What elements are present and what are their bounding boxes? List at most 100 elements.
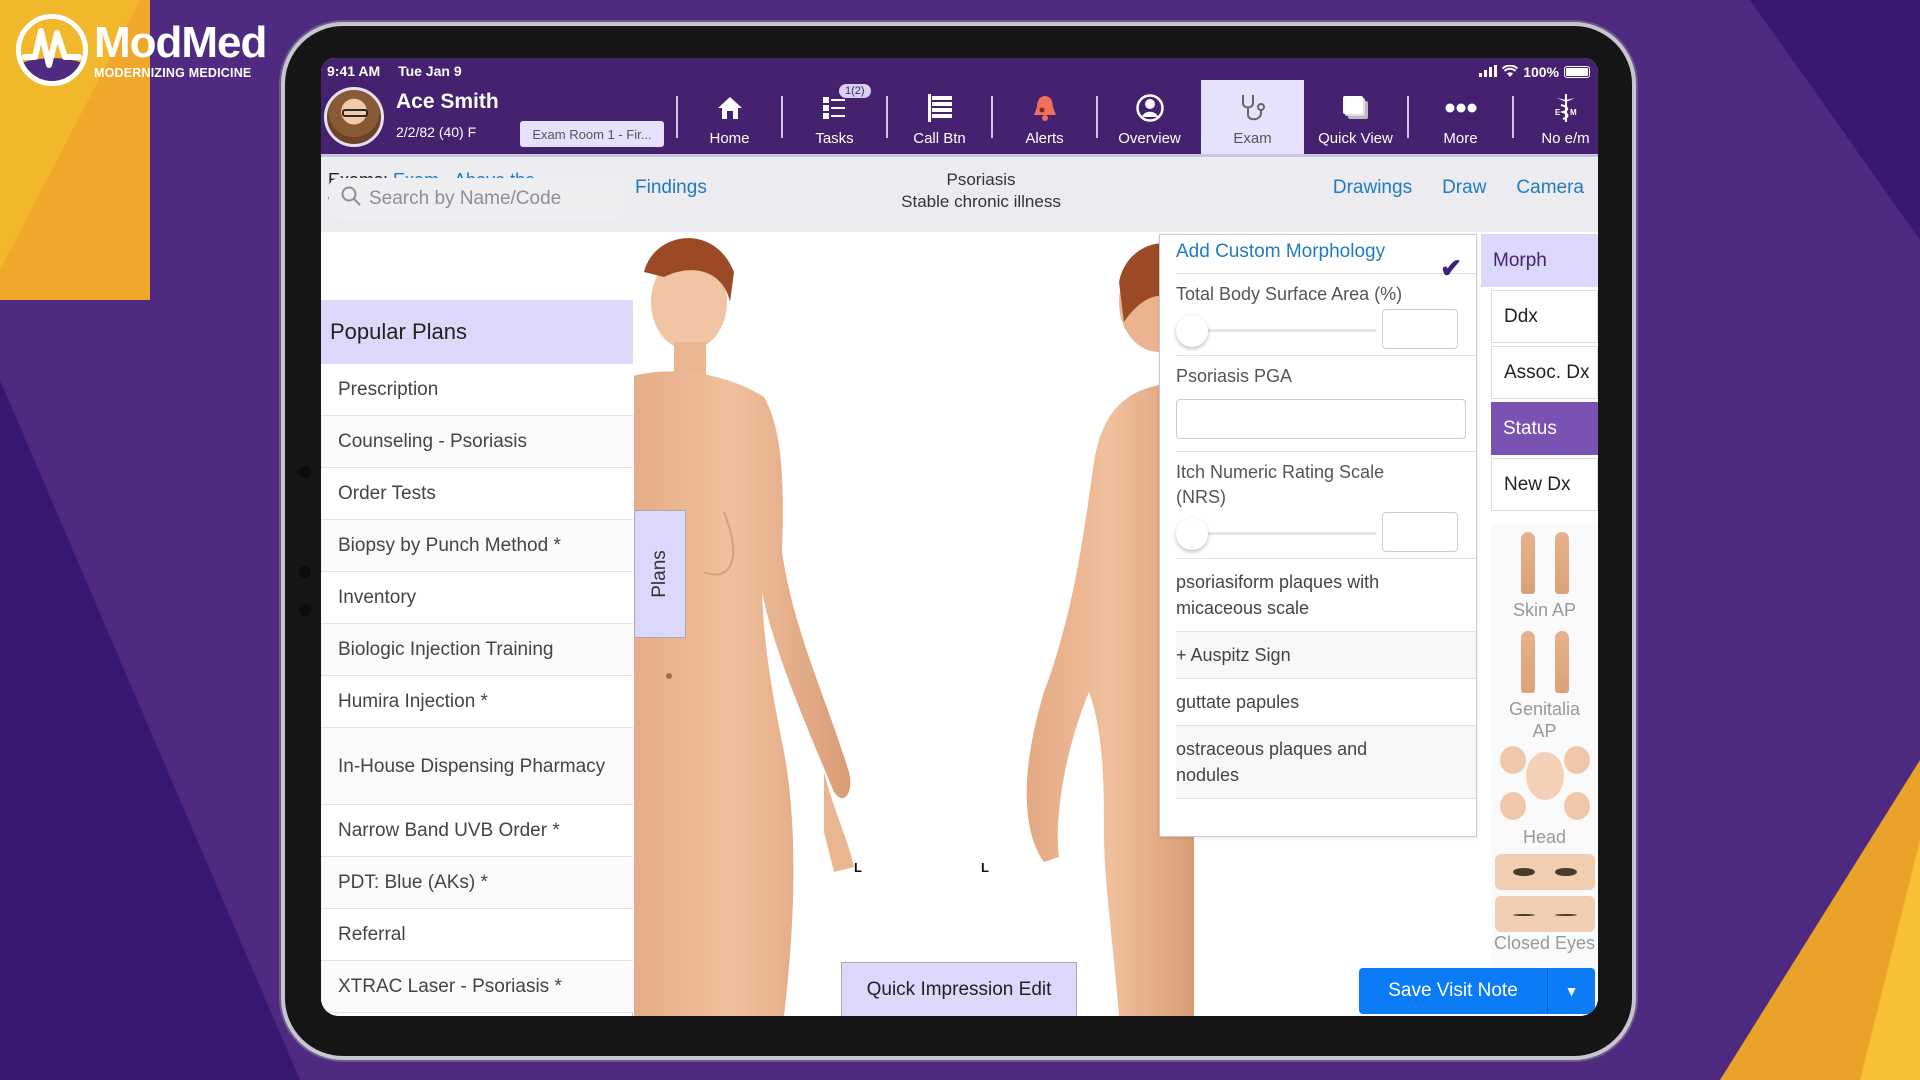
thumbnail-closed-eyes[interactable]: Closed Eyes xyxy=(1491,896,1598,954)
morphology-option[interactable]: psoriasiform plaques with micaceous scal… xyxy=(1176,559,1416,631)
caduceus-icon: EM xyxy=(1553,90,1579,126)
quick-view-icon xyxy=(1342,90,1370,126)
call-button-icon xyxy=(927,90,953,126)
chevron-down-icon[interactable]: ▼ xyxy=(1547,968,1595,1014)
tbsa-slider-track[interactable] xyxy=(1186,329,1376,332)
body-map-thumbnails: Skin AP Genitalia AP Head Closed Eyes xyxy=(1491,524,1598,994)
app-screen: 9:41 AM Tue Jan 9 100% Ace Smith 2/2/82 … xyxy=(321,58,1598,1016)
plans-list: Prescription Counseling - Psoriasis Orde… xyxy=(321,364,633,1013)
current-diagnosis[interactable]: Psoriasis Stable chronic illness xyxy=(861,169,1101,213)
closed-eyes-image xyxy=(1494,896,1595,932)
dx-tabs: Morph Ddx Assoc. Dx Status New Dx xyxy=(1481,234,1598,514)
plans-tab-label: Plans xyxy=(649,550,670,598)
nav-overview[interactable]: Overview xyxy=(1098,80,1201,154)
nav-more[interactable]: More xyxy=(1409,80,1512,154)
plan-item[interactable]: Biopsy by Punch Method * xyxy=(321,520,633,572)
svg-text:M: M xyxy=(1570,108,1577,117)
brand-tagline: MODERNIZING MEDICINE xyxy=(94,65,252,80)
plans-search-area xyxy=(321,164,633,232)
morphology-panel: Add Custom Morphology Total Body Surface… xyxy=(1159,234,1477,837)
plan-item[interactable]: Referral xyxy=(321,909,633,961)
plan-item[interactable]: Prescription xyxy=(321,364,633,416)
plan-item[interactable]: Counseling - Psoriasis xyxy=(321,416,633,468)
brand-logo: ModMed MODERNIZING MEDICINE xyxy=(16,14,267,86)
nav-exam[interactable]: Exam xyxy=(1201,80,1304,154)
nrs-input[interactable] xyxy=(1382,512,1458,552)
person-icon xyxy=(1135,90,1164,126)
background-shape xyxy=(0,380,300,1080)
patient-name[interactable]: Ace Smith xyxy=(396,90,499,114)
thumbnail-skin-ap[interactable]: Skin AP xyxy=(1491,524,1598,621)
morphology-option[interactable]: ostraceous plaques and nodules xyxy=(1176,726,1376,798)
plan-item[interactable]: Inventory xyxy=(321,572,633,624)
signal-icon xyxy=(1479,64,1498,80)
thumbnail-label: Skin AP xyxy=(1512,600,1577,620)
pga-input[interactable] xyxy=(1176,399,1466,439)
tbsa-input[interactable] xyxy=(1382,309,1458,349)
nav-label: Quick View xyxy=(1318,130,1393,147)
plans-panel: Popular Plans Prescription Counseling - … xyxy=(321,300,633,1016)
plans-search[interactable] xyxy=(329,178,625,220)
body-figure-front[interactable] xyxy=(634,232,1194,1016)
plan-item[interactable]: PDT: Blue (AKs) * xyxy=(321,857,633,909)
plan-item[interactable]: Narrow Band UVB Order * xyxy=(321,805,633,857)
nav-tasks[interactable]: 1(2) Tasks xyxy=(783,80,886,154)
tab-status[interactable]: Status xyxy=(1491,402,1598,455)
nav-no-em[interactable]: EM No e/m xyxy=(1514,80,1598,154)
findings-link[interactable]: Findings xyxy=(635,177,707,199)
nav-label: Exam xyxy=(1233,130,1272,147)
tab-assoc-dx[interactable]: Assoc. Dx xyxy=(1491,346,1598,399)
draw-link[interactable]: Draw xyxy=(1442,177,1486,199)
battery-icon xyxy=(1564,66,1590,78)
plan-item[interactable]: Biologic Injection Training xyxy=(321,624,633,676)
thumbnail-label: Head xyxy=(1522,827,1567,847)
tbsa-slider-thumb[interactable] xyxy=(1176,315,1208,347)
camera-dot xyxy=(299,604,311,616)
diagnosis-status: Stable chronic illness xyxy=(901,192,1061,211)
tbsa-slider-row xyxy=(1176,307,1464,355)
nav-quick-view[interactable]: Quick View xyxy=(1304,80,1407,154)
morphology-option[interactable]: + Auspitz Sign xyxy=(1176,632,1464,678)
plan-item[interactable]: XTRAC Laser - Psoriasis * xyxy=(321,961,633,1013)
tab-new-dx[interactable]: New Dx xyxy=(1491,458,1598,511)
plan-item[interactable]: Humira Injection * xyxy=(321,676,633,728)
popular-plans-header: Popular Plans xyxy=(321,300,633,364)
quick-impression-edit-button[interactable]: Quick Impression Edit xyxy=(841,962,1077,1016)
add-custom-morphology-link[interactable]: Add Custom Morphology xyxy=(1176,235,1464,273)
exam-room-button[interactable]: Exam Room 1 - Fir... xyxy=(520,121,664,147)
nrs-slider-track[interactable] xyxy=(1186,532,1376,535)
avatar-glasses xyxy=(342,109,368,117)
nav-call-button[interactable]: Call Btn xyxy=(888,80,991,154)
thumbnail-eyes[interactable] xyxy=(1491,854,1598,890)
morphology-option[interactable]: guttate papules xyxy=(1176,679,1464,725)
nrs-slider-thumb[interactable] xyxy=(1176,518,1208,550)
status-time: 9:41 AM xyxy=(327,63,381,79)
camera-link[interactable]: Camera xyxy=(1516,177,1584,199)
home-icon xyxy=(717,90,743,126)
more-icon xyxy=(1445,90,1477,126)
tab-ddx[interactable]: Ddx xyxy=(1491,290,1598,343)
plans-tab[interactable]: Plans xyxy=(634,510,686,638)
nav-home[interactable]: Home xyxy=(678,80,781,154)
main-nav: Home 1(2) Tasks Call Btn Alerts Overview… xyxy=(676,80,1598,154)
checkmark-icon: ✔ xyxy=(1440,253,1462,283)
diagnosis-name: Psoriasis xyxy=(946,170,1016,189)
thumbnail-genitalia-ap[interactable]: Genitalia AP xyxy=(1491,631,1598,742)
skin-ap-image xyxy=(1491,524,1598,599)
tab-morph[interactable]: Morph xyxy=(1481,234,1598,287)
save-visit-note-label: Save Visit Note xyxy=(1388,980,1518,1001)
plan-item[interactable]: In-House Dispensing Pharmacy xyxy=(321,728,633,805)
plan-item[interactable]: Order Tests xyxy=(321,468,633,520)
thumbnail-head[interactable]: Head xyxy=(1491,746,1598,848)
app-header: 9:41 AM Tue Jan 9 100% Ace Smith 2/2/82 … xyxy=(321,58,1598,154)
genitalia-ap-image xyxy=(1491,631,1598,698)
patient-avatar[interactable] xyxy=(324,87,384,147)
nav-alerts[interactable]: Alerts xyxy=(993,80,1096,154)
drawings-link[interactable]: Drawings xyxy=(1333,177,1412,199)
plans-search-input[interactable] xyxy=(369,188,609,210)
save-visit-note-button[interactable]: Save Visit Note ▼ xyxy=(1359,968,1595,1014)
modmed-logo-icon xyxy=(16,14,88,86)
left-side-marker: L xyxy=(854,860,862,875)
left-side-marker-back: L xyxy=(981,860,989,875)
camera-dot xyxy=(299,466,311,478)
